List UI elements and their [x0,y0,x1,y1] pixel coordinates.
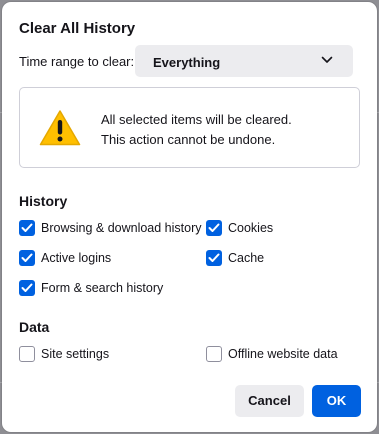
checkbox-label: Cookies [228,221,274,235]
ok-button[interactable]: OK [312,385,361,417]
checkbox-box[interactable] [19,280,35,296]
checkmark-icon [208,223,220,232]
warning-icon [39,110,81,146]
checkbox-box[interactable] [19,346,35,362]
dialog-title: Clear All History [19,20,136,37]
checkmark-icon [208,253,220,262]
checkbox-box[interactable] [19,220,35,236]
warning-text-line2: This action cannot be undone. [101,132,276,147]
checkmark-icon [21,283,33,292]
warning-box: All selected items will be cleared. This… [19,87,360,168]
checkbox-box[interactable] [19,250,35,266]
checkbox-label: Browsing & download history [41,221,202,235]
history-heading: History [19,193,68,209]
checkbox-label: Site settings [41,347,110,361]
chevron-down-icon [321,56,333,63]
checkmark-icon [21,253,33,262]
checkbox-box[interactable] [206,346,222,362]
checkbox-label: Active logins [41,251,112,265]
clear-history-dialog: Clear All History Time range to clear: E… [2,2,377,432]
cancel-button[interactable]: Cancel [235,385,304,417]
data-heading: Data [19,319,50,335]
checkbox-label: Cache [228,251,265,265]
time-range-value: Everything [153,55,221,70]
warning-text-line1: All selected items will be cleared. [101,112,292,127]
checkbox-label: Offline website data [228,347,338,361]
checkbox-label: Form & search history [41,281,164,295]
checkbox-box[interactable] [206,250,222,266]
checkmark-icon [21,223,33,232]
checkbox-box[interactable] [206,220,222,236]
time-range-select[interactable]: Everything [135,45,353,77]
time-range-label: Time range to clear: [19,54,135,69]
